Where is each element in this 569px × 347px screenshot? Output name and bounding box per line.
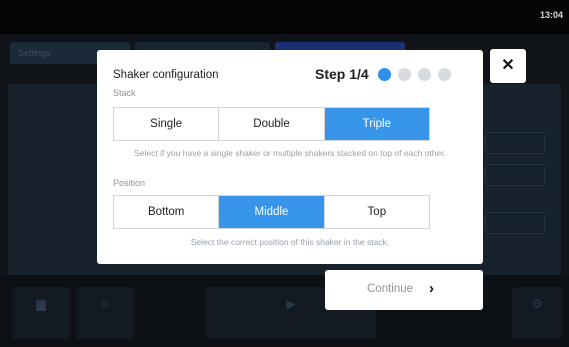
close-button[interactable]: ✕ [490, 49, 526, 83]
list-icon: ≡ [101, 297, 109, 311]
step-dot-4 [438, 68, 451, 81]
position-option-top[interactable]: Top [325, 196, 429, 228]
stack-option-double[interactable]: Double [219, 108, 325, 140]
stack-option-single[interactable]: Single [114, 108, 220, 140]
bottom-toolbar: ▆ ≡ ▶ ⚙ [0, 275, 569, 347]
shaker-configuration-dialog: Shaker configuration Step 1/4 Stack Sing… [97, 50, 483, 264]
toolbar-button-folder[interactable]: ▆ [12, 287, 70, 339]
step-dot-3 [418, 68, 431, 81]
position-option-bottom[interactable]: Bottom [114, 196, 220, 228]
continue-label: Continue [367, 283, 414, 295]
position-selector: Bottom Middle Top [113, 195, 430, 229]
stack-label: Stack [113, 88, 136, 98]
clock: 13:04 [539, 10, 563, 20]
background-button-3[interactable] [485, 212, 545, 234]
toolbar-button-list[interactable]: ≡ [76, 287, 134, 339]
stack-selector: Single Double Triple [113, 107, 430, 141]
position-label: Position [113, 178, 146, 188]
toolbar-button-settings[interactable]: ⚙ [512, 287, 562, 339]
position-help-text: Select the correct position of this shak… [190, 237, 390, 247]
dialog-title: Shaker configuration [113, 69, 219, 81]
status-bar: 13:04 [0, 0, 569, 34]
chevron-right-icon: › [429, 280, 434, 297]
background-button-1[interactable] [485, 132, 545, 154]
close-icon: ✕ [501, 57, 515, 74]
background-button-2[interactable] [485, 164, 545, 186]
stack-help-text: Select if you have a single shaker or mu… [134, 148, 446, 158]
gear-icon: ⚙ [531, 297, 543, 311]
continue-button[interactable]: Continue › [325, 270, 483, 310]
step-dot-1 [378, 68, 391, 81]
folder-icon: ▆ [36, 297, 46, 311]
step-dot-2 [398, 68, 411, 81]
step-indicator-label: Step 1/4 [315, 66, 369, 82]
position-option-middle[interactable]: Middle [219, 196, 325, 228]
stack-option-triple[interactable]: Triple [324, 108, 429, 140]
